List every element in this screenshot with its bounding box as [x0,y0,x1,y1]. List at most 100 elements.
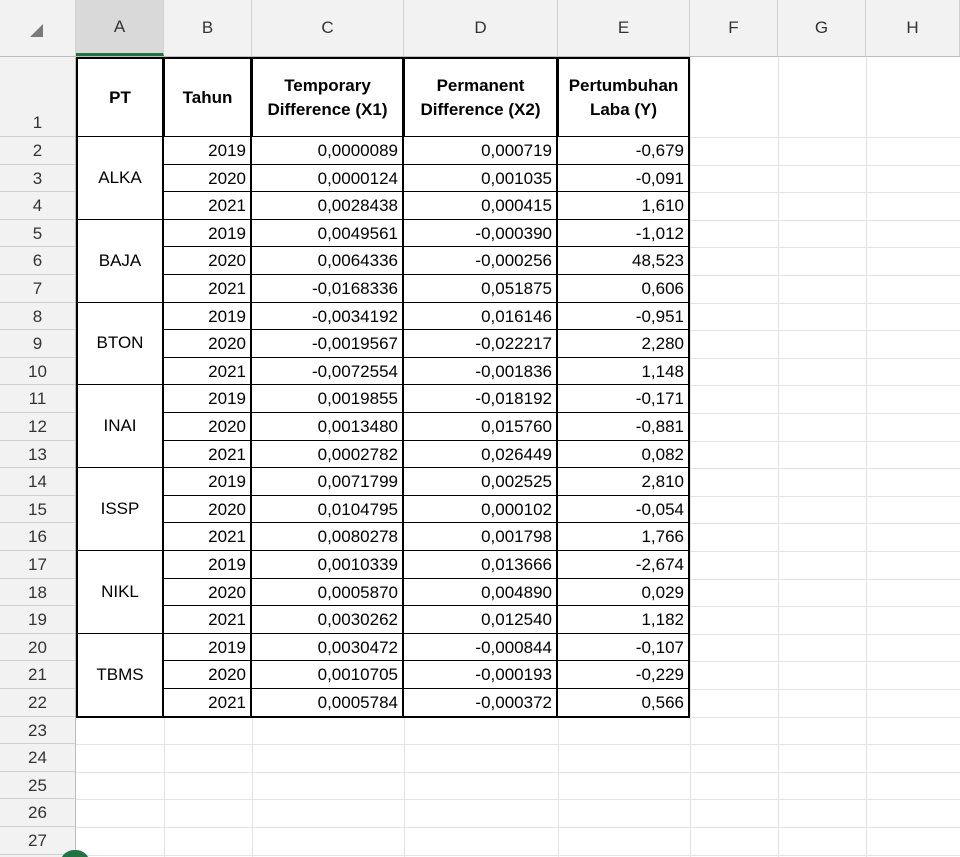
column-header-a[interactable]: A [76,0,164,56]
temporary-difference-cell[interactable]: 0,0000089 [252,137,404,165]
temporary-difference-cell[interactable]: 0,0104795 [252,495,404,524]
temporary-difference-cell[interactable]: 0,0005784 [252,689,404,718]
row-header-16[interactable]: 16 [0,523,75,551]
row-header-21[interactable]: 21 [0,661,75,689]
temporary-difference-cell[interactable]: 0,0071799 [252,468,404,496]
pertumbuhan-laba-cell[interactable]: -0,054 [558,495,690,524]
column-header-d[interactable]: D [404,0,558,56]
pertumbuhan-laba-cell[interactable]: -0,091 [558,164,690,193]
header-temporary-difference[interactable]: Temporary Difference (X1) [251,57,404,138]
pertumbuhan-laba-cell[interactable]: 1,148 [558,357,690,386]
temporary-difference-cell[interactable]: 0,0030262 [252,606,404,634]
row-header-10[interactable]: 10 [0,358,75,386]
row-header-13[interactable]: 13 [0,441,75,469]
company-cell[interactable]: BTON [76,302,164,387]
year-cell[interactable]: 2019 [164,633,252,662]
column-header-g[interactable]: G [778,0,866,56]
pertumbuhan-laba-cell[interactable]: 0,029 [558,578,690,607]
permanent-difference-cell[interactable]: 0,016146 [404,302,558,331]
select-all-button[interactable] [0,0,76,56]
spreadsheet[interactable]: ABCDEFGH 1 2 3 4 5 6 7 8 9 10 11 12 13 14 15 16 17 18 19 20… [0,0,960,857]
permanent-difference-cell[interactable]: 0,000102 [404,495,558,524]
row-header-4[interactable]: 4 [0,192,75,220]
permanent-difference-cell[interactable]: 0,012540 [404,606,558,634]
temporary-difference-cell[interactable]: 0,0010339 [252,551,404,579]
pertumbuhan-laba-cell[interactable]: 1,610 [558,192,690,220]
pertumbuhan-laba-cell[interactable]: 2,280 [558,330,690,358]
row-header-22[interactable]: 22 [0,689,75,717]
year-cell[interactable]: 2021 [164,192,252,220]
year-cell[interactable]: 2019 [164,551,252,579]
row-header-20[interactable]: 20 [0,634,75,662]
year-cell[interactable]: 2020 [164,247,252,275]
year-cell[interactable]: 2020 [164,578,252,607]
row-header-24[interactable]: 24 [0,744,75,772]
pertumbuhan-laba-cell[interactable]: 1,182 [558,606,690,634]
row-header-15[interactable]: 15 [0,496,75,524]
pertumbuhan-laba-cell[interactable]: -0,951 [558,302,690,331]
company-cell[interactable]: NIKL [76,551,164,635]
permanent-difference-cell[interactable]: 0,001798 [404,523,558,551]
permanent-difference-cell[interactable]: -0,022217 [404,330,558,358]
year-cell[interactable]: 2020 [164,164,252,193]
temporary-difference-cell[interactable]: 0,0000124 [252,164,404,193]
temporary-difference-cell[interactable]: -0,0019567 [252,330,404,358]
header-tahun[interactable]: Tahun [163,57,252,138]
year-cell[interactable]: 2021 [164,689,252,718]
permanent-difference-cell[interactable]: 0,026449 [404,440,558,469]
row-header-14[interactable]: 14 [0,468,75,496]
year-cell[interactable]: 2020 [164,661,252,689]
row-header-2[interactable]: 2 [0,137,75,165]
pertumbuhan-laba-cell[interactable]: 0,606 [558,275,690,303]
row-header-12[interactable]: 12 [0,413,75,441]
column-header-f[interactable]: F [690,0,778,56]
row-header-11[interactable]: 11 [0,385,75,413]
year-cell[interactable]: 2021 [164,440,252,469]
permanent-difference-cell[interactable]: -0,018192 [404,385,558,413]
pertumbuhan-laba-cell[interactable]: 0,082 [558,440,690,469]
permanent-difference-cell[interactable]: 0,001035 [404,164,558,193]
year-cell[interactable]: 2021 [164,357,252,386]
year-cell[interactable]: 2021 [164,606,252,634]
temporary-difference-cell[interactable]: 0,0019855 [252,385,404,413]
pertumbuhan-laba-cell[interactable]: 48,523 [558,247,690,275]
row-header-7[interactable]: 7 [0,275,75,303]
company-cell[interactable]: BAJA [76,219,164,304]
company-cell[interactable]: ISSP [76,468,164,552]
permanent-difference-cell[interactable]: -0,000390 [404,219,558,248]
row-header-23[interactable]: 23 [0,717,75,745]
temporary-difference-cell[interactable]: 0,0080278 [252,523,404,551]
company-cell[interactable]: INAI [76,385,164,470]
temporary-difference-cell[interactable]: 0,0013480 [252,413,404,441]
permanent-difference-cell[interactable]: 0,004890 [404,578,558,607]
pertumbuhan-laba-cell[interactable]: -0,881 [558,413,690,441]
row-header-17[interactable]: 17 [0,551,75,579]
row-header-26[interactable]: 26 [0,799,75,827]
pertumbuhan-laba-cell[interactable]: 1,766 [558,523,690,551]
permanent-difference-cell[interactable]: -0,001836 [404,357,558,386]
year-cell[interactable]: 2020 [164,413,252,441]
row-header-19[interactable]: 19 [0,606,75,634]
header-pt[interactable]: PT [76,57,164,138]
row-header-18[interactable]: 18 [0,579,75,607]
temporary-difference-cell[interactable]: 0,0010705 [252,661,404,689]
company-cell[interactable]: ALKA [76,137,164,221]
permanent-difference-cell[interactable]: 0,002525 [404,468,558,496]
permanent-difference-cell[interactable]: 0,051875 [404,275,558,303]
permanent-difference-cell[interactable]: -0,000256 [404,247,558,275]
pertumbuhan-laba-cell[interactable]: -2,674 [558,551,690,579]
temporary-difference-cell[interactable]: 0,0002782 [252,440,404,469]
row-header-25[interactable]: 25 [0,772,75,800]
year-cell[interactable]: 2019 [164,302,252,331]
year-cell[interactable]: 2021 [164,523,252,551]
row-header-9[interactable]: 9 [0,330,75,358]
column-header-b[interactable]: B [164,0,252,56]
permanent-difference-cell[interactable]: -0,000844 [404,633,558,662]
pertumbuhan-laba-cell[interactable]: 0,566 [558,689,690,718]
permanent-difference-cell[interactable]: -0,000372 [404,689,558,718]
column-header-e[interactable]: E [558,0,690,56]
row-header-1[interactable]: 1 [0,57,75,137]
row-header-5[interactable]: 5 [0,220,75,248]
year-cell[interactable]: 2019 [164,385,252,413]
temporary-difference-cell[interactable]: 0,0064336 [252,247,404,275]
